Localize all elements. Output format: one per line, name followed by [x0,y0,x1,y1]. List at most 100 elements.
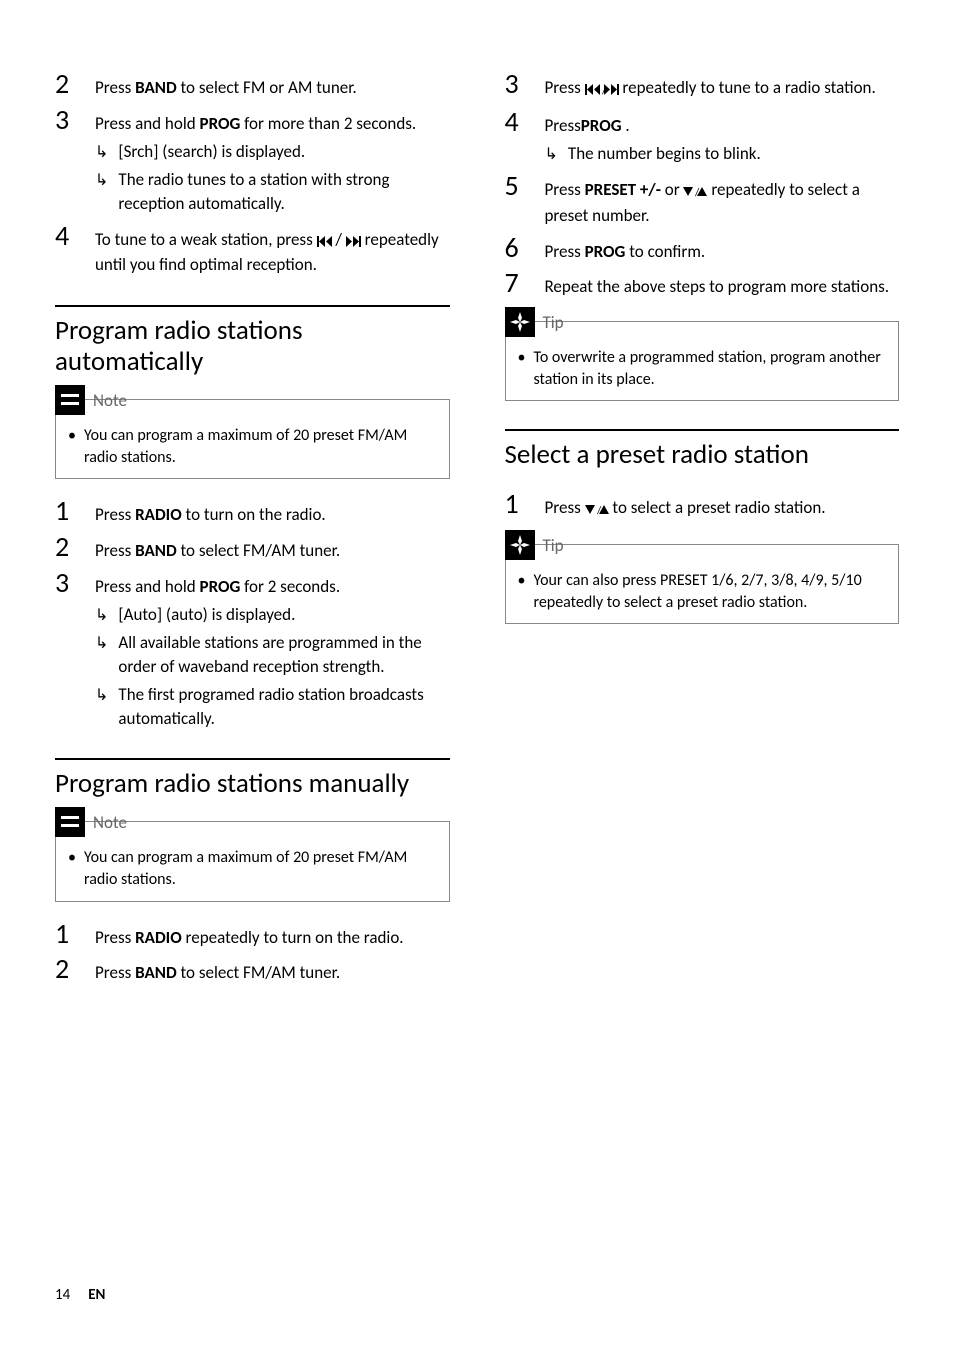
text: All available stations are programmed in… [118,631,449,679]
button-name: PROG [200,113,241,134]
text: Press [545,241,585,262]
text: The first programed radio station broadc… [118,683,449,731]
text: / [335,229,345,250]
page-footer: 14 EN [55,1286,105,1304]
text: The radio tunes to a station with strong… [118,168,449,216]
text: to select a preset radio station. [609,497,826,518]
section-title-auto: Program radio stations automatically [55,315,450,377]
step-text: To tune to a weak station, press / repea… [95,228,450,278]
button-name: RADIO [135,504,182,525]
right-column: 3 Press / repeatedly to tune to a radio … [505,70,900,995]
button-name: BAND [135,540,177,561]
result-item: The first programed radio station broadc… [95,683,450,731]
step-3: 3 Press / repeatedly to tune to a radio … [505,70,900,102]
step-number: 1 [55,920,75,948]
note-header: Note [55,385,449,415]
step-text: Press / repeatedly to tune to a radio st… [545,76,900,102]
step-number: 4 [505,108,525,136]
step-number: 7 [505,269,525,297]
tip-icon [505,530,535,560]
step-1: 1 Press RADIO to turn on the radio. [55,497,450,527]
text: to select FM/AM tuner. [177,962,340,983]
tip-header: Tip [505,530,899,560]
step-text: Press PROG to confirm. [545,240,900,264]
button-name: RADIO [135,927,182,948]
step-text: Repeat the above steps to program more s… [545,275,900,299]
step-6: 6 Press PROG to confirm. [505,234,900,264]
step-number: 1 [505,490,525,518]
skip-next-icon [346,230,361,254]
note-header: Note [55,807,449,837]
text: to select FM or AM tuner. [177,77,357,98]
substeps: [Srch] (search) is displayed. The radio … [95,140,450,216]
note-body: You can program a maximum of 20 preset F… [56,837,449,890]
section-divider [55,758,450,760]
tune-steps-continued: 2 Press BAND to select FM or AM tuner. 3… [55,70,450,277]
note-box: Note You can program a maximum of 20 pre… [55,399,450,479]
step-number: 1 [55,497,75,525]
section-title-select: Select a preset radio station [505,439,900,470]
skip-prev-next-icon: / [585,78,619,102]
step-1: 1 Press / to select a preset radio stati… [505,490,900,522]
note-text: You can program a maximum of 20 preset F… [68,847,437,890]
text: Press [95,962,135,983]
text: Press [95,540,135,561]
section-divider [55,305,450,307]
text: to turn on the radio. [182,504,326,525]
step-text: PressPROG . The number begins to blink. [545,114,900,166]
text: to confirm. [625,241,705,262]
step-text: Press and hold PROG for more than 2 seco… [95,112,450,216]
note-body: You can program a maximum of 20 preset F… [56,415,449,468]
button-name: PROG [581,115,622,136]
section-divider [505,429,900,431]
auto-steps: 1 Press RADIO to turn on the radio. 2 Pr… [55,497,450,730]
text: to select FM/AM tuner. [177,540,340,561]
left-column: 2 Press BAND to select FM or AM tuner. 3… [55,70,450,995]
text: The number begins to blink. [568,142,761,166]
step-number: 3 [55,106,75,134]
note-label: Note [93,390,127,411]
step-text: Press / to select a preset radio station… [545,496,900,522]
text: Press [95,927,135,948]
text: Your can also press PRESET 1/6, 2/7, 3/8… [533,570,886,613]
text: Press and hold [95,576,200,597]
select-steps: 1 Press / to select a preset radio stati… [505,490,900,522]
manual-steps-continued: 3 Press / repeatedly to tune to a radio … [505,70,900,299]
text: Press [95,77,135,98]
note-box: Note You can program a maximum of 20 pre… [55,821,450,901]
page-number: 14 [55,1286,70,1304]
text: [Auto] (auto) is displayed. [118,603,295,627]
button-name: PRESET +/- [585,179,661,200]
step-number: 4 [55,222,75,250]
step-text: Press BAND to select FM or AM tuner. [95,76,450,100]
tip-text: To overwrite a programmed station, progr… [518,347,887,390]
text: [Srch] (search) is displayed. [118,140,305,164]
text: Press [545,497,585,518]
manual-steps: 1 Press RADIO repeatedly to turn on the … [55,920,450,986]
step-number: 2 [55,533,75,561]
language-code: EN [88,1286,105,1304]
down-up-icon: / [585,498,609,522]
step-5: 5 Press PRESET +/- or / repeatedly to se… [505,172,900,228]
step-number: 3 [55,569,75,597]
skip-prev-icon [317,230,332,254]
step-text: Press and hold PROG for 2 seconds. [Auto… [95,575,450,730]
tip-box: Tip To overwrite a programmed station, p… [505,321,900,401]
result-item: All available stations are programmed in… [95,631,450,679]
text: Press and hold [95,113,200,134]
step-2: 2 Press BAND to select FM/AM tuner. [55,955,450,985]
text: Press [545,179,585,200]
step-1: 1 Press RADIO repeatedly to turn on the … [55,920,450,950]
two-column-layout: 2 Press BAND to select FM or AM tuner. 3… [55,70,899,995]
step-text: Press RADIO repeatedly to turn on the ra… [95,926,450,950]
step-text: Press RADIO to turn on the radio. [95,503,450,527]
step-number: 5 [505,172,525,200]
step-4: 4 PressPROG . The number begins to blink… [505,108,900,166]
text: You can program a maximum of 20 preset F… [84,847,437,890]
tip-body: To overwrite a programmed station, progr… [506,337,899,390]
substeps: The number begins to blink. [545,142,900,166]
text: To tune to a weak station, press [95,229,317,250]
manual-page: 2 Press BAND to select FM or AM tuner. 3… [0,0,954,1349]
step-number: 2 [55,70,75,98]
text: Press [545,115,581,136]
